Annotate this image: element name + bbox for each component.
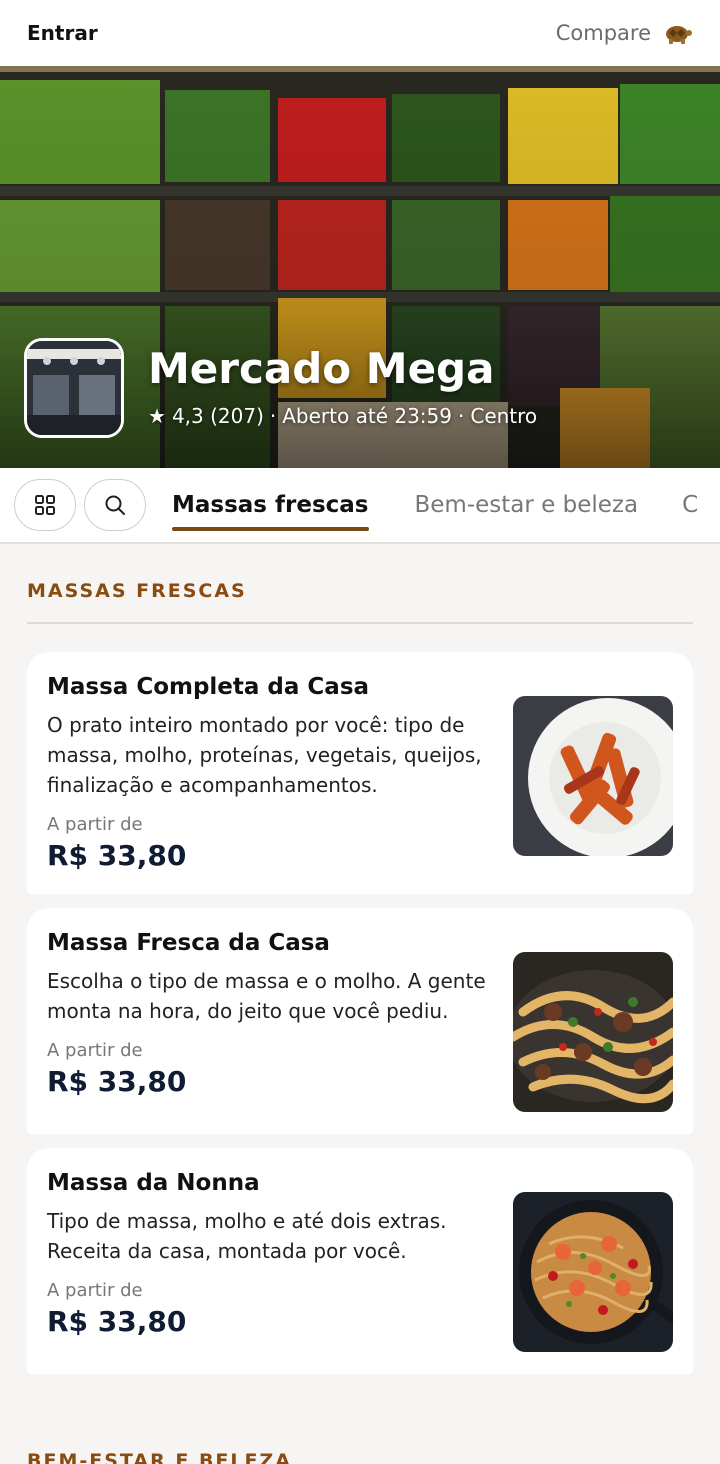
section-massas-frescas: MASSAS FRESCAS Massa Completa da Casa O … xyxy=(0,544,720,1374)
compare-label: Compare xyxy=(555,21,651,45)
price-label: A partir de xyxy=(47,1280,143,1301)
product-image xyxy=(513,952,673,1112)
product-card[interactable]: Massa Fresca da Casa Escolha o tipo de m… xyxy=(27,908,693,1134)
store-rating: 4,3 (207) xyxy=(171,404,264,428)
categories-grid-button[interactable] xyxy=(14,479,76,531)
grid-icon xyxy=(35,495,55,515)
store-interior-image xyxy=(27,341,121,435)
product-image xyxy=(513,1192,673,1352)
product-title: Massa Fresca da Casa xyxy=(47,930,330,956)
search-button[interactable] xyxy=(84,479,146,531)
store-hours: Aberto até 23:59 xyxy=(282,404,452,428)
compare-button[interactable]: Compare xyxy=(556,20,693,46)
meta-separator: · xyxy=(269,404,277,428)
product-title: Massa da Nonna xyxy=(47,1170,260,1196)
turtle-icon xyxy=(666,26,692,44)
product-price: R$ 33,80 xyxy=(47,839,187,872)
product-description: Tipo de massa, molho e até dois extras. … xyxy=(47,1209,447,1263)
tab-massas-frescas[interactable]: Massas frescas xyxy=(172,468,369,542)
store-area: Centro xyxy=(470,404,538,428)
product-card[interactable]: Massa Completa da Casa O prato inteiro m… xyxy=(27,652,693,894)
price-label: A partir de xyxy=(47,1040,143,1061)
product-price: R$ 33,80 xyxy=(47,1305,187,1338)
meta-separator: · xyxy=(458,404,465,428)
product-title: Massa Completa da Casa xyxy=(47,674,370,700)
store-logo xyxy=(24,338,124,438)
product-description: Escolha o tipo de massa e o molho. A gen… xyxy=(47,969,486,1023)
product-image xyxy=(513,696,673,856)
star-icon: ★ xyxy=(148,404,166,428)
login-link[interactable]: Entrar xyxy=(27,21,98,45)
store-hero-banner: Mercado Mega ★ 4,3 (207) · Aberto até 23… xyxy=(0,66,720,468)
tab-next-category[interactable]: C xyxy=(660,468,720,542)
product-description: O prato inteiro montado por você: tipo d… xyxy=(47,713,482,797)
price-label: A partir de xyxy=(47,814,143,835)
tab-bem-estar-e-beleza[interactable]: Bem-estar e beleza xyxy=(393,468,661,542)
top-bar: Entrar Compare xyxy=(0,0,720,66)
section-title: MASSAS FRESCAS xyxy=(27,544,693,624)
product-price: R$ 33,80 xyxy=(47,1065,187,1098)
search-icon xyxy=(105,495,125,515)
section-title: BEM-ESTAR E BELEZA xyxy=(27,1450,292,1464)
product-card[interactable]: Massa da Nonna Tipo de massa, molho e at… xyxy=(27,1148,693,1374)
store-name: Mercado Mega xyxy=(148,344,495,393)
store-meta: ★ 4,3 (207) · Aberto até 23:59 · Centro xyxy=(148,404,537,428)
category-tabs: Massas frescas Bem-estar e beleza C xyxy=(0,468,720,544)
